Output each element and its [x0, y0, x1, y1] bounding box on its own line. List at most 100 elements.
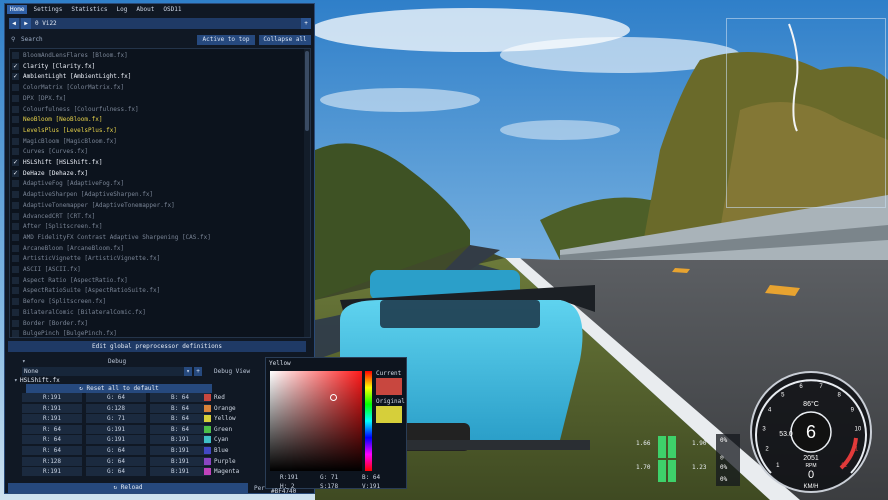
hsl-g-field[interactable]: G:191	[86, 424, 146, 434]
prev-preset-button[interactable]: ◀	[9, 18, 19, 29]
effect-item[interactable]: Aspect Ratio [AspectRatio.fx]	[10, 276, 300, 286]
effect-item[interactable]: Colourfulness [Colourfulness.fx]	[10, 105, 300, 115]
effect-checkbox[interactable]	[12, 137, 19, 145]
effect-checkbox[interactable]: ✓	[12, 169, 19, 177]
effect-item[interactable]: AdvancedCRT [CRT.fx]	[10, 212, 300, 222]
hsl-b-field[interactable]: B:191	[150, 446, 210, 455]
hsl-color-swatch[interactable]	[204, 457, 211, 465]
hsl-g-field[interactable]: G: 64	[86, 467, 146, 477]
hsl-g-field[interactable]: G: 64	[86, 446, 146, 455]
effect-checkbox[interactable]	[12, 298, 19, 306]
picker-hex[interactable]: #BF4740	[271, 488, 296, 495]
effect-checkbox[interactable]	[12, 180, 19, 188]
next-preset-button[interactable]: ▶	[21, 18, 31, 29]
hsl-r-field[interactable]: R:191	[22, 393, 82, 402]
effect-checkbox[interactable]	[12, 148, 19, 156]
effect-checkbox[interactable]	[12, 276, 19, 284]
tab-home[interactable]: Home	[7, 5, 28, 14]
effect-item[interactable]: BulgePinch [BulgePinch.fx]	[10, 329, 300, 337]
hsl-r-field[interactable]: R:191	[22, 414, 82, 424]
effect-checkbox[interactable]	[12, 116, 19, 124]
effect-checkbox[interactable]	[12, 233, 19, 241]
hsl-r-field[interactable]: R:191	[22, 467, 82, 477]
effect-checkbox[interactable]	[12, 94, 19, 102]
collapse-all-button[interactable]: Collapse all	[259, 35, 311, 45]
picker-s[interactable]: S:178	[320, 483, 338, 491]
effect-checkbox[interactable]	[12, 52, 19, 59]
effect-checkbox[interactable]	[12, 212, 19, 220]
effect-item[interactable]: Curves [Curves.fx]	[10, 147, 300, 157]
hsl-color-swatch[interactable]	[204, 415, 211, 423]
hsl-g-field[interactable]: G: 64	[86, 393, 146, 402]
effect-checkbox[interactable]	[12, 287, 19, 295]
global-preprocessor-button[interactable]: Edit global preprocessor definitions	[8, 341, 306, 352]
effect-item[interactable]: ColorMatrix [ColorMatrix.fx]	[10, 83, 300, 93]
preset-name[interactable]: 0 Vi22	[35, 18, 57, 29]
picker-v[interactable]: V:191	[362, 483, 380, 491]
scrollbar[interactable]	[304, 49, 310, 337]
effect-checkbox[interactable]	[12, 244, 19, 252]
effect-checkbox[interactable]	[12, 191, 19, 199]
hsl-color-swatch[interactable]	[204, 425, 211, 433]
effect-item[interactable]: AdaptiveTonemapper [AdaptiveTonemapper.f…	[10, 201, 300, 211]
debug-header-arrow[interactable]: ▾	[22, 358, 26, 365]
effect-item[interactable]: ✓ DeHaze [Dehaze.fx]	[10, 169, 300, 179]
effect-checkbox[interactable]: ✓	[12, 159, 19, 166]
reset-all-button[interactable]: ↻ Reset all to default	[26, 384, 212, 393]
effect-item[interactable]: ✓ AmbientLight [AmbientLight.fx]	[10, 72, 300, 82]
effect-item[interactable]: AspectRatioSuite [AspectRatioSuite.fx]	[10, 286, 300, 296]
picker-cursor[interactable]	[330, 394, 337, 401]
hsl-color-swatch[interactable]	[204, 404, 211, 412]
debug-view-dropdown[interactable]: None	[22, 367, 184, 376]
hsl-g-field[interactable]: G:128	[86, 403, 146, 413]
effect-checkbox[interactable]	[12, 319, 19, 327]
preset-selector[interactable]: ◀ ▶ 0 Vi22 +	[9, 18, 311, 29]
effect-checkbox[interactable]	[12, 308, 19, 316]
effect-checkbox[interactable]	[12, 255, 19, 263]
hsl-b-field[interactable]: B: 64	[150, 424, 210, 434]
effect-checkbox[interactable]: ✓	[12, 62, 19, 70]
hsl-r-field[interactable]: R: 64	[22, 424, 82, 434]
effect-checkbox[interactable]	[12, 223, 19, 231]
chevron-down-icon[interactable]: ▾	[184, 367, 192, 376]
tab-log[interactable]: Log	[113, 5, 130, 14]
picker-g[interactable]: G: 71	[320, 474, 338, 482]
effect-item[interactable]: ASCII [ASCII.fx]	[10, 265, 300, 275]
hsl-b-field[interactable]: B: 64	[150, 403, 210, 413]
hsl-g-field[interactable]: G:191	[86, 435, 146, 445]
effect-item[interactable]: Before [Splitscreen.fx]	[10, 297, 300, 307]
hsl-b-field[interactable]: B: 64	[150, 393, 210, 402]
effect-item[interactable]: Border [Border.fx]	[10, 319, 300, 329]
hsl-r-field[interactable]: R: 64	[22, 435, 82, 445]
hsl-r-field[interactable]: R:128	[22, 456, 82, 466]
tab-settings[interactable]: Settings	[30, 5, 65, 14]
effect-item[interactable]: BilateralComic [BilateralComic.fx]	[10, 308, 300, 318]
hsl-b-field[interactable]: B:191	[150, 435, 210, 445]
effect-item[interactable]: DPX [DPX.fx]	[10, 94, 300, 104]
saturation-value-area[interactable]	[270, 371, 362, 471]
hsl-color-swatch[interactable]	[204, 447, 211, 454]
effect-item[interactable]: ArcaneBloom [ArcaneBloom.fx]	[10, 244, 300, 254]
effect-item[interactable]: BloomAndLensFlares [Bloom.fx]	[10, 51, 300, 61]
effect-item[interactable]: NeoBloom [NeoBloom.fx]	[10, 115, 300, 125]
effect-checkbox[interactable]	[12, 201, 19, 209]
add-preset-button[interactable]: +	[301, 18, 311, 29]
effect-item[interactable]: MagicBloom [MagicBloom.fx]	[10, 137, 300, 147]
effect-checkbox[interactable]	[12, 105, 19, 113]
hsl-b-field[interactable]: B: 64	[150, 414, 210, 424]
effect-item[interactable]: AMD FidelityFX Contrast Adaptive Sharpen…	[10, 233, 300, 243]
hsl-r-field[interactable]: R:191	[22, 403, 82, 413]
reload-button[interactable]: ↻ Reload	[8, 483, 248, 493]
hsl-g-field[interactable]: G: 64	[86, 456, 146, 466]
effect-item[interactable]: ✓ HSLShift [HSLShift.fx]	[10, 158, 300, 168]
effect-checkbox[interactable]: ✓	[12, 73, 19, 81]
tab-osd[interactable]: OSD11	[160, 5, 184, 14]
hsl-r-field[interactable]: R: 64	[22, 446, 82, 455]
scroll-thumb[interactable]	[305, 51, 309, 131]
plus-icon[interactable]: +	[194, 367, 202, 376]
effect-item[interactable]: AdaptiveSharpen [AdaptiveSharpen.fx]	[10, 190, 300, 200]
active-to-top-button[interactable]: Active to top	[197, 35, 255, 45]
hsl-color-swatch[interactable]	[204, 468, 211, 476]
original-swatch[interactable]	[376, 406, 402, 423]
hsl-color-swatch[interactable]	[204, 436, 211, 444]
